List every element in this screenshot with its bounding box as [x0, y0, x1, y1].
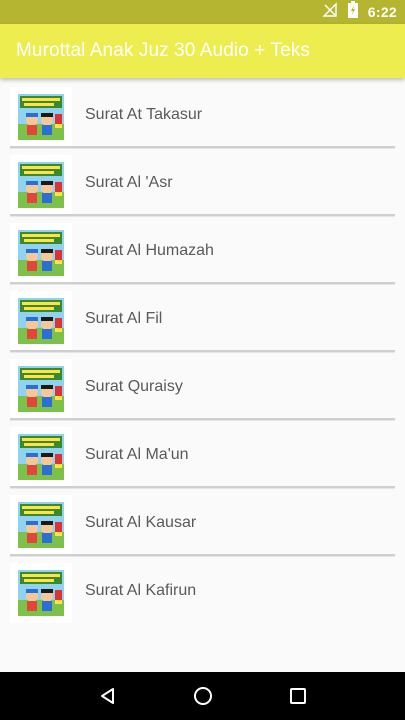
navigation-bar [0, 672, 405, 720]
surah-list: Surat At Takasur Surat Al 'Asr Surat Al … [0, 84, 405, 628]
surah-thumbnail-icon [10, 563, 72, 623]
list-item-label: Surat Quraisy [85, 378, 183, 395]
list-divider [10, 214, 395, 217]
list-item-label: Surat Al Fil [85, 310, 163, 327]
battery-icon [347, 1, 358, 23]
list-item-label: Surat At Takasur [85, 106, 203, 123]
list-divider [10, 146, 395, 149]
signal-off-icon [322, 1, 338, 23]
surah-thumbnail-icon [10, 291, 72, 351]
list-item-label: Surat Al Humazah [85, 242, 214, 259]
list-item-label: Surat Al Ma'un [85, 446, 189, 463]
surah-thumbnail-icon [10, 495, 72, 555]
surah-thumbnail-icon [10, 87, 72, 147]
status-time: 6:22 [367, 4, 397, 20]
surah-thumbnail-icon [10, 359, 72, 419]
back-button[interactable] [88, 676, 128, 716]
app-bar: Murottal Anak Juz 30 Audio + Teks [0, 24, 405, 78]
list-item[interactable]: Surat Al Fil [0, 288, 405, 356]
list-divider [10, 554, 395, 557]
list-item[interactable]: Surat Al 'Asr [0, 152, 405, 220]
list-divider [10, 418, 395, 421]
list-item-label: Surat Al Kafirun [85, 582, 197, 599]
back-icon [100, 688, 114, 704]
surah-thumbnail-icon [10, 223, 72, 283]
app-title: Murottal Anak Juz 30 Audio + Teks [16, 40, 310, 61]
recents-icon [289, 688, 306, 704]
list-item[interactable]: Surat Al Humazah [0, 220, 405, 288]
home-button[interactable] [183, 676, 223, 716]
list-item[interactable]: Surat Quraisy [0, 356, 405, 424]
list-item[interactable]: Surat At Takasur [0, 84, 405, 152]
recents-button[interactable] [278, 676, 318, 716]
home-icon [193, 687, 212, 705]
list-item[interactable]: Surat Al Kafirun [0, 560, 405, 628]
surah-thumbnail-icon [10, 155, 72, 215]
list-item-label: Surat Al 'Asr [85, 174, 173, 191]
list-divider [10, 350, 395, 353]
list-divider [10, 282, 395, 285]
list-divider [10, 486, 395, 489]
status-bar: 6:22 [0, 0, 405, 24]
list-item[interactable]: Surat Al Ma'un [0, 424, 405, 492]
surah-thumbnail-icon [10, 427, 72, 487]
list-item-label: Surat Al Kausar [85, 514, 197, 531]
list-item[interactable]: Surat Al Kausar [0, 492, 405, 560]
